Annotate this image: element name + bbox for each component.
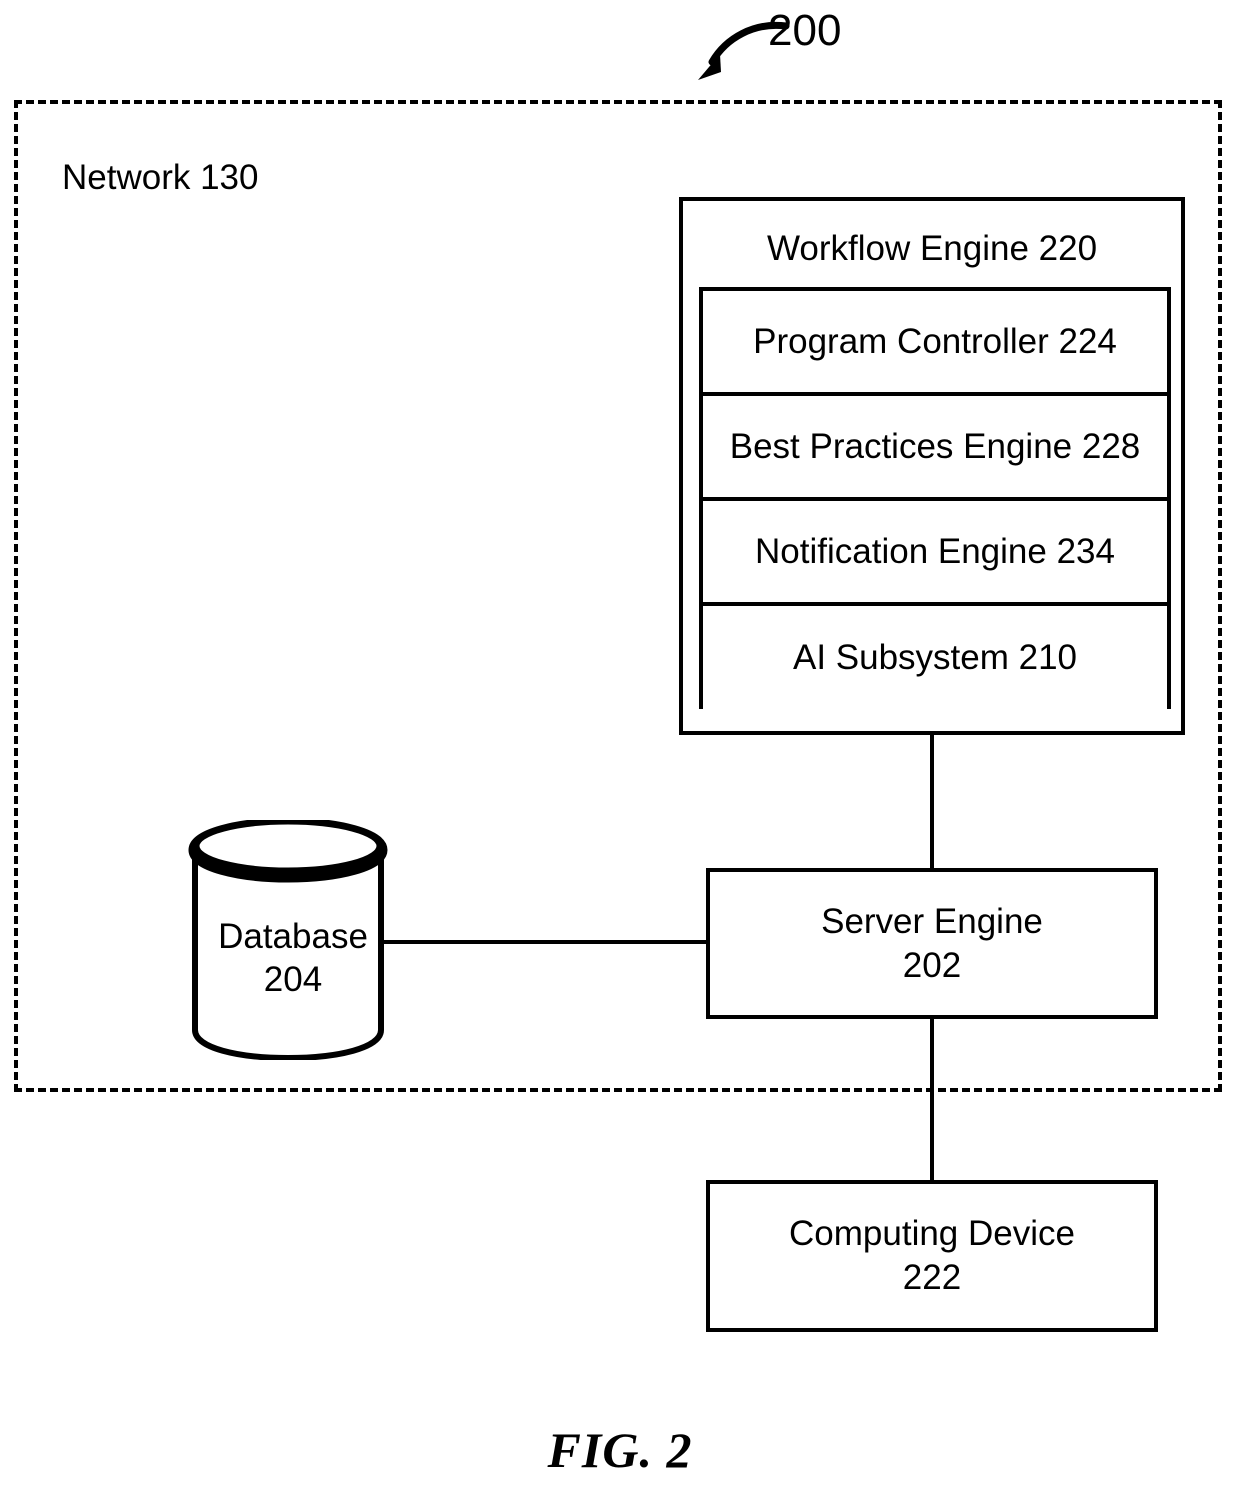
network-label: Network 130 — [62, 158, 259, 197]
component-ai-subsystem: AI Subsystem 210 — [703, 606, 1167, 709]
reference-numeral-200: 200 — [768, 6, 842, 55]
server-engine-numeral: 202 — [902, 945, 962, 985]
computing-device-text: Computing Device 222 — [710, 1184, 1154, 1328]
component-label: Notification Engine 234 — [755, 532, 1115, 571]
component-program-controller: Program Controller 224 — [703, 291, 1167, 396]
component-label: AI Subsystem 210 — [792, 638, 1078, 677]
connector-workflow-engine-to-server-engine — [930, 733, 934, 870]
component-label: Best Practices Engine 228 — [729, 427, 1141, 466]
figure-caption: FIG. 2 — [547, 1422, 693, 1478]
connector-server-engine-to-computing-device — [930, 1017, 934, 1182]
workflow-engine-component-stack: Program Controller 224 Best Practices En… — [699, 287, 1171, 709]
database-cylinder-icon — [188, 820, 388, 1060]
workflow-engine-title: Workflow Engine 220 — [766, 229, 1098, 268]
component-label: Program Controller 224 — [753, 322, 1117, 361]
computing-device-box: Computing Device 222 — [706, 1180, 1158, 1332]
patent-figure: 200 Network 130 Workflow Engine 220 Prog… — [0, 0, 1240, 1497]
computing-device-name: Computing Device — [789, 1214, 1075, 1254]
component-best-practices-engine: Best Practices Engine 228 — [703, 396, 1167, 501]
workflow-engine-box: Workflow Engine 220 Program Controller 2… — [679, 197, 1185, 735]
server-engine-box: Server Engine 202 — [706, 868, 1158, 1019]
component-notification-engine: Notification Engine 234 — [703, 501, 1167, 606]
connector-database-to-server-engine — [378, 940, 708, 944]
server-engine-name: Server Engine — [821, 901, 1043, 941]
server-engine-text: Server Engine 202 — [710, 872, 1154, 1015]
computing-device-numeral: 222 — [902, 1258, 962, 1297]
